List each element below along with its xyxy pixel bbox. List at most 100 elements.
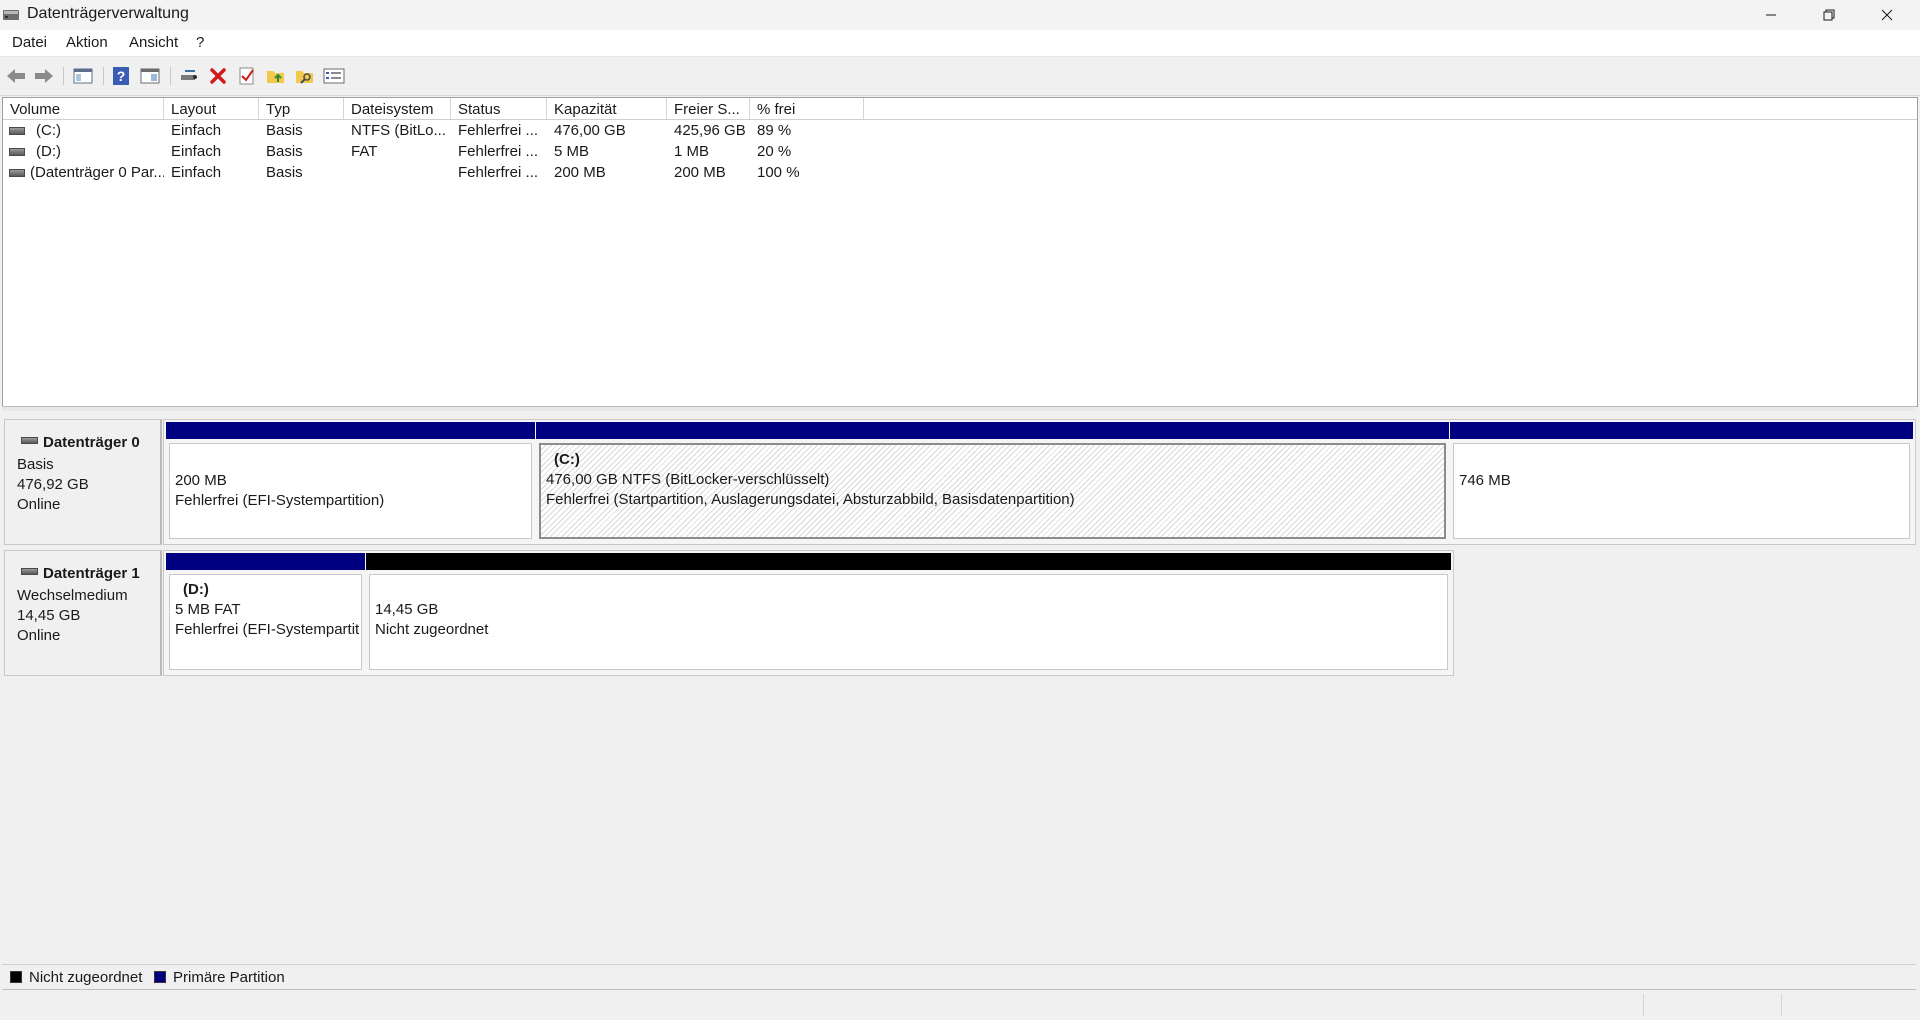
window-title: Datenträgerverwaltung <box>27 5 189 22</box>
volume-name: (D:) <box>36 143 61 160</box>
disk-management-app-icon <box>3 10 19 20</box>
volume-capacity: 476,00 GB <box>554 122 626 139</box>
volume-list: Volume Layout Typ Dateisystem Status Kap… <box>2 97 1918 407</box>
partition-size: 14,45 GB <box>375 601 439 618</box>
volume-status: Fehlerfrei ... <box>458 164 539 181</box>
volume-layout: Einfach <box>171 122 222 139</box>
partition-d[interactable]: (D:) 5 MB FAT Fehlerfrei (EFI-Systempart… <box>166 553 365 673</box>
partition-unallocated[interactable]: 14,45 GB Nicht zugeordnet <box>366 553 1451 673</box>
connect-disk-icon <box>181 70 197 80</box>
disk-graphical-view: Datenträger 0 Basis 476,92 GB Online 200… <box>2 411 1916 963</box>
disk-name: Datenträger 0 <box>43 434 140 451</box>
col-status[interactable]: Status <box>451 98 547 119</box>
check-button[interactable] <box>235 64 259 88</box>
volume-filesystem: NTFS (BitLo... <box>351 122 447 139</box>
volume-name: (Datenträger 0 Par... <box>30 164 164 181</box>
svg-text:?: ? <box>117 68 126 84</box>
partition-status: Fehlerfrei (EFI-Systempartition) <box>175 492 385 509</box>
disk-icon <box>21 437 38 444</box>
menu-aktion[interactable]: Aktion <box>66 34 108 51</box>
partition-recovery[interactable]: 746 MB <box>1450 422 1913 542</box>
disk-0-label[interactable]: Datenträger 0 Basis 476,92 GB Online <box>4 419 162 545</box>
partition-title: (D:) <box>183 581 209 598</box>
disk-state: Online <box>17 496 61 513</box>
partition-bar <box>166 553 365 570</box>
volume-type: Basis <box>266 122 303 139</box>
partition-status: Fehlerfrei (EFI-Systempartit <box>175 621 360 638</box>
partition-size: 746 MB <box>1459 472 1511 489</box>
volume-free: 200 MB <box>674 164 726 181</box>
properties-view-button[interactable] <box>138 64 162 88</box>
check-icon <box>239 67 254 85</box>
minimize-button[interactable] <box>1742 0 1800 30</box>
partition-status: Fehlerfrei (Startpartition, Auslagerungs… <box>546 491 1075 508</box>
volume-layout: Einfach <box>171 164 222 181</box>
restore-button[interactable] <box>1800 0 1858 30</box>
col-volume[interactable]: Volume <box>3 98 164 119</box>
volume-list-header: Volume Layout Typ Dateisystem Status Kap… <box>3 98 1917 120</box>
col-kapazitaet[interactable]: Kapazität <box>547 98 667 119</box>
back-arrow-icon <box>7 69 25 83</box>
partition-title: (C:) <box>554 451 580 468</box>
partition-size: 200 MB <box>175 472 227 489</box>
partition-status: Nicht zugeordnet <box>375 621 489 638</box>
col-typ[interactable]: Typ <box>259 98 344 119</box>
disk-name: Datenträger 1 <box>43 565 140 582</box>
partition-c[interactable]: (C:) 476,00 GB NTFS (BitLocker-verschlüs… <box>536 422 1449 542</box>
volume-row[interactable]: (D:) Einfach Basis FAT Fehlerfrei ... 5 … <box>3 141 1917 162</box>
menu-datei[interactable]: Datei <box>12 34 47 51</box>
toolbar: ? <box>0 57 1920 96</box>
disk-state: Online <box>17 627 61 644</box>
disk-icon <box>21 568 38 575</box>
volume-type: Basis <box>266 164 303 181</box>
col-dateisystem[interactable]: Dateisystem <box>344 98 451 119</box>
legend: Nicht zugeordnet Primäre Partition <box>2 964 1916 990</box>
legend-label-unallocated: Nicht zugeordnet <box>29 969 143 986</box>
partition-bar <box>166 422 535 439</box>
close-button[interactable] <box>1858 0 1916 30</box>
volume-percent-free: 20 % <box>757 143 792 160</box>
col-prozent-frei[interactable]: % frei <box>750 98 864 119</box>
forward-arrow-icon <box>35 69 53 83</box>
volume-row[interactable]: (C:) Einfach Basis NTFS (BitLo... Fehler… <box>3 120 1917 141</box>
menu-ansicht[interactable]: Ansicht <box>129 34 178 51</box>
volume-percent-free: 100 % <box>757 164 800 181</box>
volume-row[interactable]: (Datenträger 0 Par... Einfach Basis Fehl… <box>3 162 1917 183</box>
disk-1-label[interactable]: Datenträger 1 Wechselmedium 14,45 GB Onl… <box>4 550 162 676</box>
forward-button[interactable] <box>32 64 56 88</box>
folder-search-button[interactable] <box>293 64 317 88</box>
minimize-icon <box>1766 14 1776 16</box>
connect-disk-button[interactable] <box>177 64 201 88</box>
delete-button[interactable] <box>206 64 230 88</box>
help-button[interactable]: ? <box>109 64 133 88</box>
volume-name: (C:) <box>36 122 61 139</box>
col-layout[interactable]: Layout <box>164 98 259 119</box>
partition-bar <box>536 422 1449 439</box>
list-view-icon <box>323 68 345 84</box>
disk-type: Basis <box>17 456 54 473</box>
col-freier-speicher[interactable]: Freier S... <box>667 98 750 119</box>
disk-size: 476,92 GB <box>17 476 89 493</box>
partition-body: 200 MB Fehlerfrei (EFI-Systempartition) <box>169 443 532 539</box>
back-button[interactable] <box>4 64 28 88</box>
folder-up-icon <box>267 71 284 83</box>
list-view-button[interactable] <box>322 64 346 88</box>
legend-label-primary: Primäre Partition <box>173 969 285 986</box>
partition-size: 476,00 GB NTFS (BitLocker-verschlüsselt) <box>546 471 830 488</box>
folder-search-icon <box>296 71 313 84</box>
partition-efi[interactable]: 200 MB Fehlerfrei (EFI-Systempartition) <box>166 422 535 542</box>
volume-status: Fehlerfrei ... <box>458 122 539 139</box>
volume-filesystem: FAT <box>351 143 378 160</box>
disk-size: 14,45 GB <box>17 607 81 624</box>
volume-capacity: 200 MB <box>554 164 606 181</box>
volume-layout: Einfach <box>171 143 222 160</box>
close-icon <box>1881 9 1893 21</box>
volume-percent-free: 89 % <box>757 122 792 139</box>
partition-bar <box>366 553 1451 570</box>
properties-view-icon <box>140 68 160 84</box>
folder-up-button[interactable] <box>264 64 288 88</box>
partition-body: 746 MB <box>1453 443 1910 539</box>
menu-help[interactable]: ? <box>196 34 204 51</box>
show-console-tree-button[interactable] <box>71 64 95 88</box>
partition-size: 5 MB FAT <box>175 601 241 618</box>
